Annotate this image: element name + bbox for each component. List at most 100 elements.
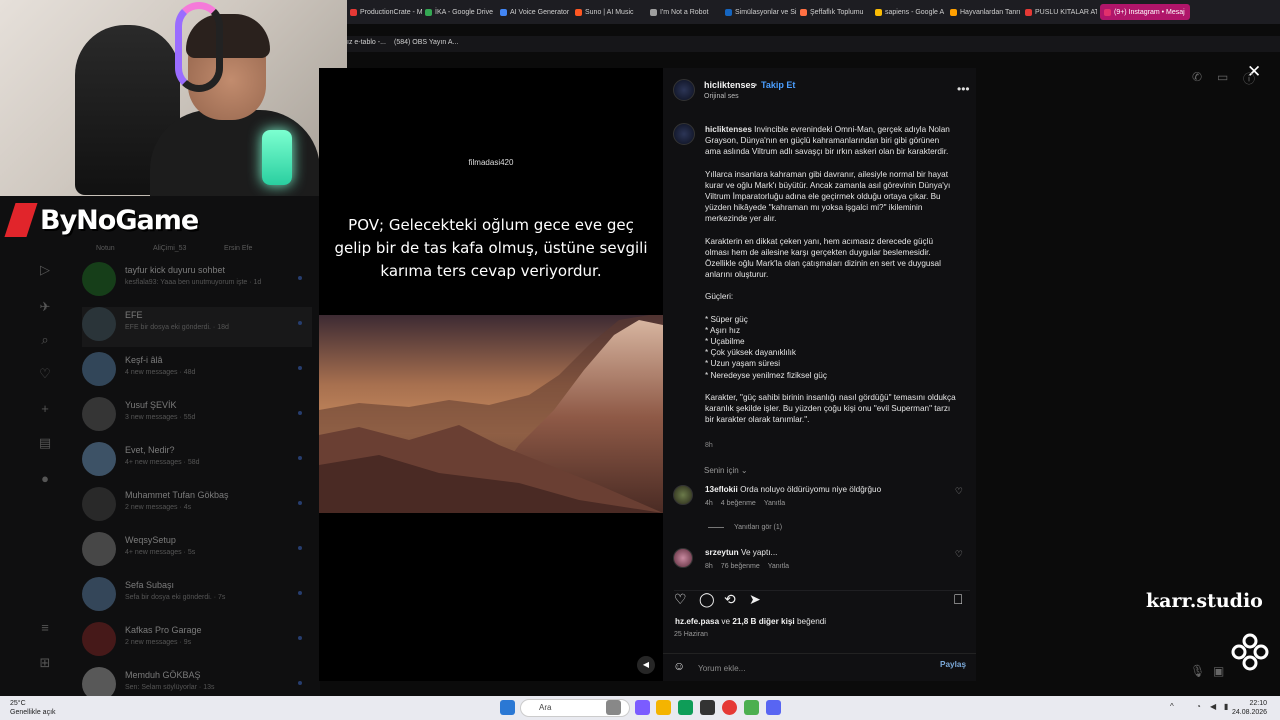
- conversation-row[interactable]: WeqsySetup 4+ new messages · 5s: [82, 532, 312, 572]
- comment-heart-icon[interactable]: ♡: [955, 486, 963, 497]
- conversation-name: Kafkas Pro Garage: [125, 625, 202, 635]
- reply-button[interactable]: Yanıtla: [768, 563, 789, 570]
- menu-icon[interactable]: ≡: [37, 620, 53, 636]
- conversation-row[interactable]: tayfur kick duyuru sohbet kesflala93: Yaa…: [82, 262, 312, 302]
- story-label[interactable]: AliÇimi_53: [153, 245, 186, 252]
- profile-icon[interactable]: ●: [37, 471, 53, 487]
- repost-icon[interactable]: ⟲: [724, 591, 736, 608]
- browser-tab[interactable]: Şeffaflık Toplumu: [800, 4, 872, 20]
- emoji-icon[interactable]: ☺: [673, 659, 685, 673]
- bynogame-logo: ByNoGame: [4, 198, 210, 242]
- browser-tab[interactable]: ProductionCrate - M: [350, 4, 422, 20]
- bookmark-item[interactable]: (584) OBS Yayın A...: [394, 39, 458, 46]
- play-icon[interactable]: ▷: [37, 262, 53, 278]
- liked-by-count[interactable]: 21,8 B diğer kişi: [732, 617, 794, 626]
- messages-icon[interactable]: ✈: [37, 299, 53, 315]
- comment: srzeytun Ve yaptı... 8h 76 beğenme Yanıtla…: [673, 548, 973, 588]
- conversation-row[interactable]: Muhammet Tufan Gökbaş 2 new messages · 4s: [82, 487, 312, 527]
- comment-username[interactable]: 13eflokii: [705, 485, 738, 494]
- conversation-preview: Sen: Selam söylüyorlar · 13s: [125, 684, 215, 691]
- battery-icon[interactable]: ▮: [1224, 702, 1228, 711]
- commenter-avatar[interactable]: [673, 485, 693, 505]
- comment-heart-icon[interactable]: ♡: [955, 549, 963, 560]
- tab-favicon-icon: [725, 8, 732, 16]
- tab-label: Hayvanlardan Tanrı: [960, 8, 1021, 16]
- browser-tab[interactable]: sapiens - Google A: [875, 4, 947, 20]
- video-call-icon[interactable]: ▭: [1217, 70, 1228, 84]
- file-explorer-icon[interactable]: [656, 700, 671, 715]
- browser-tab[interactable]: I'm Not a Robot: [650, 4, 722, 20]
- browser-tab[interactable]: (9+) Instagram • Mesaj: [1100, 4, 1190, 20]
- dashboard-icon[interactable]: ▤: [37, 435, 53, 451]
- edge-icon[interactable]: [678, 700, 693, 715]
- create-icon[interactable]: +: [37, 401, 53, 417]
- author-username[interactable]: hicliktenses: [704, 80, 756, 90]
- browser-tab[interactable]: İKA - Google Drive: [425, 4, 497, 20]
- comment-input[interactable]: [698, 660, 918, 676]
- more-options-icon[interactable]: •••: [957, 82, 970, 96]
- caption-paragraph: Güçleri:: [705, 291, 957, 302]
- commenter-avatar[interactable]: [673, 548, 693, 568]
- app-icon[interactable]: [744, 700, 759, 715]
- conversation-row[interactable]: Evet, Nedir? 4+ new messages · 58d: [82, 442, 312, 482]
- for-you-dropdown[interactable]: Senin için ⌄: [704, 466, 748, 475]
- bookmark-item[interactable]: ız e-tablo -...: [347, 39, 386, 46]
- story-label[interactable]: Notun: [96, 245, 115, 252]
- info-icon[interactable]: ⓘ: [1243, 70, 1255, 87]
- author-avatar[interactable]: [673, 79, 695, 101]
- likes-summary[interactable]: hz.efe.pasa ve 21,8 B diğer kişi beğendi: [675, 617, 826, 626]
- conversation-row[interactable]: Keşf-i âlâ 4 new messages · 48d: [82, 352, 312, 392]
- microphone-icon[interactable]: 🎙: [1190, 664, 1205, 678]
- notifications-icon[interactable]: ♡: [37, 366, 53, 382]
- weather-widget[interactable]: 25°C Genellikle açık: [10, 699, 56, 717]
- task-view-icon[interactable]: [606, 700, 621, 715]
- reply-button[interactable]: Yanıtla: [764, 500, 785, 507]
- caption-username[interactable]: hicliktenses: [705, 125, 752, 134]
- conversation-row[interactable]: Kafkas Pro Garage 2 new messages · 9s: [82, 622, 312, 662]
- search-icon[interactable]: ⌕: [37, 332, 53, 348]
- opera-icon[interactable]: [722, 700, 737, 715]
- liked-by-user[interactable]: hz.efe.pasa: [675, 617, 719, 626]
- system-clock[interactable]: 22:10 24.08.2026: [1232, 699, 1267, 717]
- browser-tab[interactable]: AI Voice Generator: [500, 4, 572, 20]
- caption-paragraph: * Süper güç * Aşırı hız * Uçabilme * Çok…: [705, 314, 957, 381]
- browser-tab[interactable]: Hayvanlardan Tanrı: [950, 4, 1022, 20]
- separator-dot: •: [754, 80, 758, 90]
- image-icon[interactable]: ▣: [1213, 664, 1224, 678]
- comment-likes[interactable]: 4 beğenme: [721, 500, 756, 507]
- browser-tab[interactable]: PUSLU KITALAR AT: [1025, 4, 1097, 20]
- post-date: 25 Haziran: [674, 631, 708, 638]
- mute-button[interactable]: ◀: [637, 656, 655, 674]
- comment-username[interactable]: srzeytun: [705, 548, 739, 557]
- tray-chevron-icon[interactable]: ^: [1170, 702, 1174, 711]
- volume-icon[interactable]: ◀: [1210, 702, 1216, 711]
- comment-composer: ☺ Paylaş: [663, 653, 976, 681]
- story-label[interactable]: Ersin Efe: [224, 245, 252, 252]
- apps-icon[interactable]: ⊞: [37, 655, 53, 671]
- wifi-icon[interactable]: ◔: [1196, 702, 1201, 711]
- mountain-illustration: [319, 315, 663, 513]
- conversation-row[interactable]: Yusuf ŞEVİK 3 new messages · 55d: [82, 397, 312, 437]
- conversation-row[interactable]: Sefa Subaşı Sefa bir dosya eki gönderdi. …: [82, 577, 312, 617]
- conversation-row[interactable]: EFE EFE bir dosya eki gönderdi. · 18d: [82, 307, 312, 347]
- see-replies-button[interactable]: Yanıtları gör (1): [708, 524, 782, 531]
- app-icon[interactable]: [700, 700, 715, 715]
- share-icon[interactable]: ➤: [749, 591, 761, 608]
- reel-video[interactable]: filmadasi420 POV; Gelecekteki oğlum gece…: [319, 68, 663, 681]
- comment-icon[interactable]: ◯: [699, 591, 715, 608]
- phone-icon[interactable]: ✆: [1192, 70, 1202, 84]
- liked-by-rest: ve: [719, 617, 733, 626]
- caption-author-avatar[interactable]: [673, 123, 695, 145]
- start-icon[interactable]: [500, 700, 515, 715]
- weather-temp: 25°C: [10, 700, 26, 707]
- audio-label[interactable]: Orijinal ses: [704, 93, 739, 100]
- discord-icon[interactable]: [766, 700, 781, 715]
- comment-likes[interactable]: 76 beğenme: [721, 563, 760, 570]
- post-comment-button[interactable]: Paylaş: [940, 660, 966, 669]
- follow-button[interactable]: Takip Et: [761, 80, 795, 90]
- app-icon[interactable]: [635, 700, 650, 715]
- browser-tab[interactable]: Suno | AI Music: [575, 4, 647, 20]
- bookmark-icon[interactable]: ⎕: [954, 591, 962, 608]
- browser-tab[interactable]: Simülasyonlar ve Simü: [725, 4, 797, 20]
- heart-icon[interactable]: ♡: [674, 591, 687, 608]
